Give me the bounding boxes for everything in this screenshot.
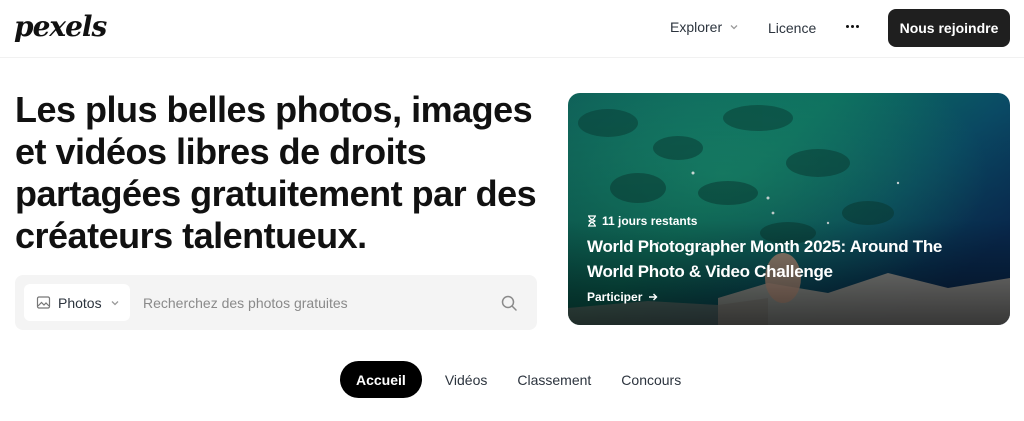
search-icon[interactable] [500,294,518,312]
chevron-down-icon [111,300,119,305]
nav-licence-link[interactable]: Licence [768,20,816,36]
search-type-dropdown[interactable]: Photos [24,284,130,321]
join-button[interactable]: Nous rejoindre [888,9,1010,47]
top-header: pexels Explorer Licence Nous rejoindre [0,0,1024,58]
more-menu-button[interactable] [840,14,864,38]
more-dot [850,24,854,28]
image-icon [36,296,51,309]
banner-days-left: 11 jours restants [587,214,697,228]
nav-explore-label: Explorer [670,19,723,35]
banner-title: World Photographer Month 2025: Around Th… [587,237,943,281]
tab-concours[interactable]: Concours [606,361,696,398]
banner-days-left-text: 11 jours restants [602,214,698,228]
chevron-down-icon [730,25,738,30]
more-dots-icon [845,24,849,28]
main-tabs: Accueil Vidéos Classement Concours [340,361,696,398]
hourglass-icon [588,215,596,227]
banner-participate-link[interactable]: Participer [587,290,658,304]
more-dot [855,24,859,28]
banner-cta-label: Participer [587,290,643,304]
search-type-label: Photos [58,294,102,311]
hero-title: Les plus belles photos, images et vidéos… [15,89,537,256]
tab-classement[interactable]: Classement [502,361,606,398]
arrow-right-icon [649,293,658,301]
search-input[interactable] [143,285,483,320]
nav-explore-dropdown[interactable]: Explorer [670,19,740,35]
tab-videos[interactable]: Vidéos [430,361,503,398]
search-bar: Photos [15,275,537,330]
challenge-banner[interactable]: 11 jours restants World Photographer Mon… [568,93,1010,325]
tab-accueil[interactable]: Accueil [340,361,422,398]
pexels-logo[interactable]: pexels [14,10,107,43]
